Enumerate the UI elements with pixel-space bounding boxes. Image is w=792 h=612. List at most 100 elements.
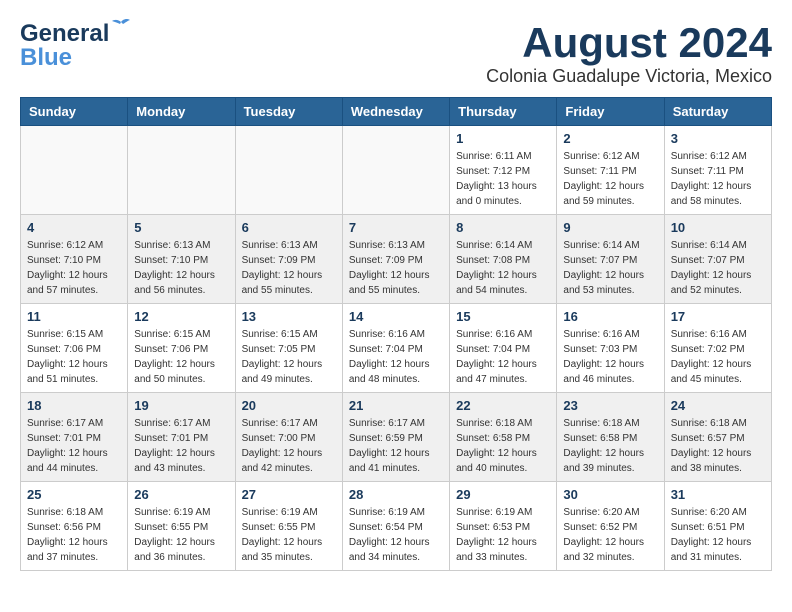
calendar-cell: 15 Sunrise: 6:16 AM Sunset: 7:04 PM Dayli…	[450, 304, 557, 393]
page-subtitle: Colonia Guadalupe Victoria, Mexico	[486, 66, 772, 87]
calendar-cell: 8 Sunrise: 6:14 AM Sunset: 7:08 PM Daylig…	[450, 215, 557, 304]
day-number: 10	[671, 220, 765, 235]
calendar-cell: 20 Sunrise: 6:17 AM Sunset: 7:00 PM Dayli…	[235, 393, 342, 482]
day-number: 30	[563, 487, 657, 502]
calendar-cell: 16 Sunrise: 6:16 AM Sunset: 7:03 PM Dayli…	[557, 304, 664, 393]
calendar-cell: 23 Sunrise: 6:18 AM Sunset: 6:58 PM Dayli…	[557, 393, 664, 482]
day-info: Sunrise: 6:16 AM Sunset: 7:03 PM Dayligh…	[563, 327, 657, 387]
day-info: Sunrise: 6:15 AM Sunset: 7:05 PM Dayligh…	[242, 327, 336, 387]
page-header: General Blue August 2024 Colonia Guadalu…	[20, 20, 772, 87]
day-info: Sunrise: 6:18 AM Sunset: 6:58 PM Dayligh…	[563, 416, 657, 476]
calendar-cell: 11 Sunrise: 6:15 AM Sunset: 7:06 PM Dayli…	[21, 304, 128, 393]
day-info: Sunrise: 6:12 AM Sunset: 7:11 PM Dayligh…	[563, 149, 657, 209]
logo: General Blue	[20, 20, 109, 72]
day-number: 11	[27, 309, 121, 324]
day-number: 23	[563, 398, 657, 413]
day-info: Sunrise: 6:13 AM Sunset: 7:09 PM Dayligh…	[349, 238, 443, 298]
day-number: 1	[456, 131, 550, 146]
calendar-cell: 4 Sunrise: 6:12 AM Sunset: 7:10 PM Daylig…	[21, 215, 128, 304]
day-number: 5	[134, 220, 228, 235]
day-info: Sunrise: 6:19 AM Sunset: 6:53 PM Dayligh…	[456, 505, 550, 565]
calendar-table: SundayMondayTuesdayWednesdayThursdayFrid…	[20, 97, 772, 571]
day-info: Sunrise: 6:15 AM Sunset: 7:06 PM Dayligh…	[27, 327, 121, 387]
day-info: Sunrise: 6:14 AM Sunset: 7:07 PM Dayligh…	[563, 238, 657, 298]
day-header-wednesday: Wednesday	[342, 98, 449, 126]
day-number: 25	[27, 487, 121, 502]
day-info: Sunrise: 6:17 AM Sunset: 7:01 PM Dayligh…	[27, 416, 121, 476]
calendar-cell: 12 Sunrise: 6:15 AM Sunset: 7:06 PM Dayli…	[128, 304, 235, 393]
calendar-cell: 13 Sunrise: 6:15 AM Sunset: 7:05 PM Dayli…	[235, 304, 342, 393]
day-header-sunday: Sunday	[21, 98, 128, 126]
calendar-cell: 5 Sunrise: 6:13 AM Sunset: 7:10 PM Daylig…	[128, 215, 235, 304]
day-info: Sunrise: 6:16 AM Sunset: 7:04 PM Dayligh…	[456, 327, 550, 387]
day-number: 29	[456, 487, 550, 502]
calendar-cell: 26Sunrise: 6:19 AM Sunset: 6:55 PM Dayli…	[128, 482, 235, 571]
day-number: 2	[563, 131, 657, 146]
day-number: 6	[242, 220, 336, 235]
day-number: 31	[671, 487, 765, 502]
day-info: Sunrise: 6:12 AM Sunset: 7:11 PM Dayligh…	[671, 149, 765, 209]
day-number: 15	[456, 309, 550, 324]
day-info: Sunrise: 6:15 AM Sunset: 7:06 PM Dayligh…	[134, 327, 228, 387]
day-info: Sunrise: 6:17 AM Sunset: 6:59 PM Dayligh…	[349, 416, 443, 476]
calendar-cell: 9 Sunrise: 6:14 AM Sunset: 7:07 PM Daylig…	[557, 215, 664, 304]
calendar-cell: 17Sunrise: 6:16 AM Sunset: 7:02 PM Dayli…	[664, 304, 771, 393]
day-info: Sunrise: 6:16 AM Sunset: 7:02 PM Dayligh…	[671, 327, 765, 387]
day-info: Sunrise: 6:12 AM Sunset: 7:10 PM Dayligh…	[27, 238, 121, 298]
title-block: August 2024 Colonia Guadalupe Victoria, …	[486, 20, 772, 87]
calendar-cell: 25 Sunrise: 6:18 AM Sunset: 6:56 PM Dayli…	[21, 482, 128, 571]
calendar-cell: 30 Sunrise: 6:20 AM Sunset: 6:52 PM Dayli…	[557, 482, 664, 571]
page-title: August 2024	[486, 20, 772, 66]
calendar-cell: 1Sunrise: 6:11 AM Sunset: 7:12 PM Daylig…	[450, 126, 557, 215]
day-number: 3	[671, 131, 765, 146]
day-info: Sunrise: 6:18 AM Sunset: 6:56 PM Dayligh…	[27, 505, 121, 565]
calendar-cell: 31 Sunrise: 6:20 AM Sunset: 6:51 PM Dayli…	[664, 482, 771, 571]
day-info: Sunrise: 6:18 AM Sunset: 6:58 PM Dayligh…	[456, 416, 550, 476]
day-info: Sunrise: 6:13 AM Sunset: 7:09 PM Dayligh…	[242, 238, 336, 298]
day-header-saturday: Saturday	[664, 98, 771, 126]
day-number: 20	[242, 398, 336, 413]
day-number: 12	[134, 309, 228, 324]
calendar-cell: 2 Sunrise: 6:12 AM Sunset: 7:11 PM Daylig…	[557, 126, 664, 215]
day-info: Sunrise: 6:19 AM Sunset: 6:55 PM Dayligh…	[242, 505, 336, 565]
calendar-cell: 7 Sunrise: 6:13 AM Sunset: 7:09 PM Daylig…	[342, 215, 449, 304]
day-number: 9	[563, 220, 657, 235]
day-number: 16	[563, 309, 657, 324]
calendar-cell: 27 Sunrise: 6:19 AM Sunset: 6:55 PM Dayli…	[235, 482, 342, 571]
calendar-cell: 22 Sunrise: 6:18 AM Sunset: 6:58 PM Dayli…	[450, 393, 557, 482]
calendar-cell: 29 Sunrise: 6:19 AM Sunset: 6:53 PM Dayli…	[450, 482, 557, 571]
day-number: 22	[456, 398, 550, 413]
day-number: 8	[456, 220, 550, 235]
day-number: 27	[242, 487, 336, 502]
calendar-cell	[235, 126, 342, 215]
calendar-cell: 6 Sunrise: 6:13 AM Sunset: 7:09 PM Daylig…	[235, 215, 342, 304]
calendar-cell: 10 Sunrise: 6:14 AM Sunset: 7:07 PM Dayli…	[664, 215, 771, 304]
day-header-monday: Monday	[128, 98, 235, 126]
day-info: Sunrise: 6:20 AM Sunset: 6:52 PM Dayligh…	[563, 505, 657, 565]
calendar-header-row: SundayMondayTuesdayWednesdayThursdayFrid…	[21, 98, 772, 126]
calendar-week-row: 18 Sunrise: 6:17 AM Sunset: 7:01 PM Dayli…	[21, 393, 772, 482]
logo-blue: Blue	[20, 44, 72, 72]
day-info: Sunrise: 6:17 AM Sunset: 7:01 PM Dayligh…	[134, 416, 228, 476]
calendar-week-row: 1Sunrise: 6:11 AM Sunset: 7:12 PM Daylig…	[21, 126, 772, 215]
logo-general: General	[20, 20, 109, 47]
day-number: 13	[242, 309, 336, 324]
calendar-cell: 21Sunrise: 6:17 AM Sunset: 6:59 PM Dayli…	[342, 393, 449, 482]
day-info: Sunrise: 6:14 AM Sunset: 7:07 PM Dayligh…	[671, 238, 765, 298]
calendar-cell: 28Sunrise: 6:19 AM Sunset: 6:54 PM Dayli…	[342, 482, 449, 571]
day-number: 7	[349, 220, 443, 235]
calendar-cell	[128, 126, 235, 215]
day-number: 18	[27, 398, 121, 413]
day-number: 26	[134, 487, 228, 502]
calendar-cell: 3 Sunrise: 6:12 AM Sunset: 7:11 PM Daylig…	[664, 126, 771, 215]
day-number: 24	[671, 398, 765, 413]
calendar-week-row: 25 Sunrise: 6:18 AM Sunset: 6:56 PM Dayli…	[21, 482, 772, 571]
calendar-week-row: 11 Sunrise: 6:15 AM Sunset: 7:06 PM Dayli…	[21, 304, 772, 393]
day-info: Sunrise: 6:20 AM Sunset: 6:51 PM Dayligh…	[671, 505, 765, 565]
day-info: Sunrise: 6:19 AM Sunset: 6:54 PM Dayligh…	[349, 505, 443, 565]
day-number: 4	[27, 220, 121, 235]
day-info: Sunrise: 6:17 AM Sunset: 7:00 PM Dayligh…	[242, 416, 336, 476]
day-info: Sunrise: 6:13 AM Sunset: 7:10 PM Dayligh…	[134, 238, 228, 298]
calendar-week-row: 4 Sunrise: 6:12 AM Sunset: 7:10 PM Daylig…	[21, 215, 772, 304]
day-info: Sunrise: 6:14 AM Sunset: 7:08 PM Dayligh…	[456, 238, 550, 298]
